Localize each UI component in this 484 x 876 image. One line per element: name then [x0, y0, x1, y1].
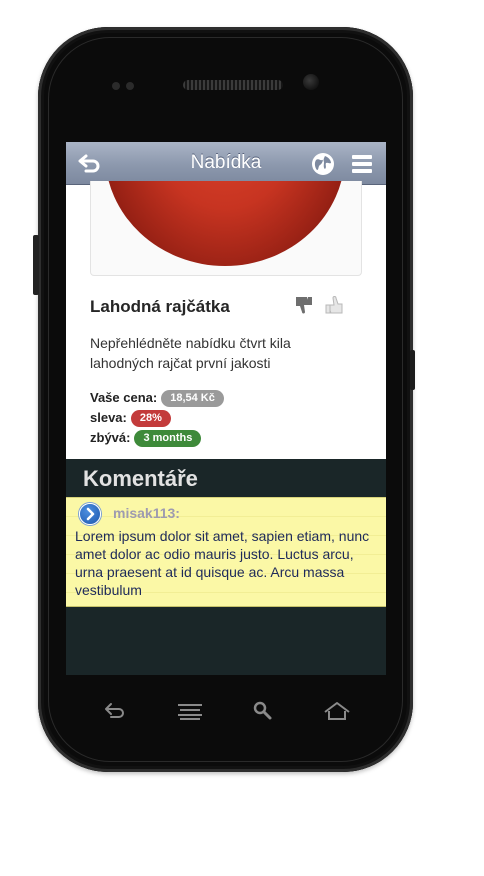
- comment-text: Lorem ipsum dolor sit amet, sapien etiam…: [75, 528, 370, 598]
- price-badge: 18,54 Kč: [161, 390, 224, 407]
- product-title: Lahodná rajčátka: [90, 297, 230, 316]
- tomato-image: [105, 181, 345, 266]
- product-description: Nepřehlédněte nabídku čtvrt kila lahodný…: [90, 335, 291, 371]
- volume-button: [33, 235, 39, 295]
- remaining-label: zbývá:: [90, 430, 131, 445]
- earpiece-speaker: [183, 80, 283, 90]
- comments-heading: Komentáře: [83, 466, 198, 491]
- page-title: Nabídka: [190, 152, 262, 173]
- remaining-row: zbývá: 3 months: [90, 430, 202, 447]
- discount-label: sleva:: [90, 410, 127, 425]
- price-label: Vaše cena:: [90, 390, 158, 405]
- price-row: Vaše cena: 18,54 Kč: [90, 390, 224, 407]
- comment-author[interactable]: misak113:: [113, 505, 180, 521]
- discount-badge: 28%: [130, 410, 171, 427]
- front-camera-icon: [303, 74, 319, 90]
- home-key-icon[interactable]: [322, 700, 352, 724]
- thumb-up-icon[interactable]: [323, 295, 345, 315]
- offer-detail: Lahodná rajčátka Nepřehlédněte nabídku č…: [66, 181, 386, 459]
- globe-icon[interactable]: [310, 151, 336, 177]
- sensor-dots: [112, 77, 152, 90]
- comment-item: misak113: Lorem ipsum dolor sit amet, sa…: [66, 497, 386, 607]
- screen-empty-area: [66, 607, 386, 675]
- thumb-down-icon[interactable]: [293, 295, 315, 315]
- remaining-badge: 3 months: [134, 430, 202, 447]
- product-image-frame: [90, 181, 362, 276]
- search-key-icon[interactable]: [251, 700, 275, 724]
- app-header: Nabídka: [66, 142, 386, 185]
- chevron-right-icon[interactable]: [79, 503, 101, 525]
- discount-row: sleva: 28%: [90, 410, 171, 427]
- menu-key-icon[interactable]: [176, 700, 204, 724]
- back-key-icon[interactable]: [102, 700, 128, 724]
- power-button: [410, 350, 415, 390]
- screen: Nabídka Lahodná rajčátka Nepřehlédněte n…: [66, 142, 386, 675]
- list-menu-icon[interactable]: [351, 153, 373, 175]
- comments-section-header: Komentáře: [66, 459, 386, 497]
